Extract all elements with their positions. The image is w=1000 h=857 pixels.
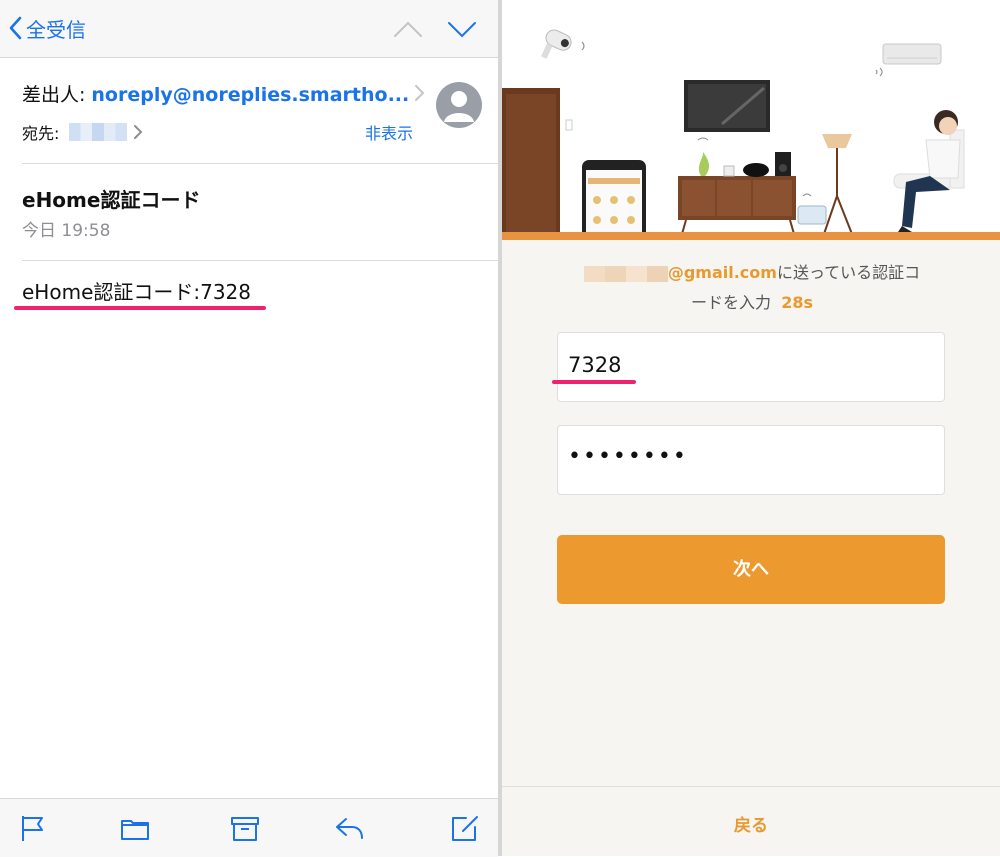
folder-icon[interactable] (120, 813, 150, 843)
divider (22, 163, 498, 164)
back-link[interactable]: 戻る (502, 811, 1000, 836)
hide-details-button[interactable]: 非表示 (365, 120, 413, 144)
archive-icon[interactable] (230, 813, 260, 843)
app-footer: 戻る (502, 786, 1000, 857)
divider (22, 260, 498, 261)
highlight-underline (14, 306, 266, 310)
verification-code-input[interactable]: 7328 (557, 332, 945, 402)
code-value: 7328 (568, 353, 622, 377)
hint-email-domain: @gmail.com (667, 263, 777, 282)
chevron-right-icon (415, 85, 425, 101)
hint-text-1: に送っている認証コ (776, 263, 921, 282)
person-icon (444, 91, 474, 122)
chevron-right-icon (134, 125, 143, 139)
message-header: 差出人: noreply@noreplies.smartho... 宛先: 非表示 (0, 58, 498, 164)
sender-row[interactable]: 差出人: noreply@noreplies.smartho... (22, 80, 409, 107)
recipient-label: 宛先: (22, 124, 60, 143)
back-label: 全受信 (26, 17, 86, 42)
sender-label: 差出人: (22, 84, 86, 106)
mail-nav-bar: 全受信 (0, 0, 498, 58)
next-message-button[interactable] (444, 14, 480, 44)
message-date: 今日 19:58 (22, 221, 111, 241)
reply-icon[interactable] (334, 813, 364, 843)
recipient-blurred (69, 123, 128, 141)
chevron-left-icon (9, 16, 22, 40)
avatar[interactable] (436, 82, 482, 128)
password-value: •••••••• (568, 444, 688, 469)
sender-address[interactable]: noreply@noreplies.smartho... (91, 84, 409, 106)
highlight-underline (552, 380, 636, 384)
previous-message-button[interactable] (390, 14, 426, 44)
back-to-inbox-button[interactable]: 全受信 (8, 12, 86, 44)
app-pane: @gmail.comに送っている認証コ ードを入力 28s 7328 •••••… (502, 0, 1000, 856)
message-body: eHome認証コード:7328 (22, 280, 252, 304)
flag-icon[interactable] (18, 813, 48, 843)
message-subject: eHome認証コード (22, 188, 201, 212)
next-button[interactable]: 次へ (557, 535, 945, 604)
password-input[interactable]: •••••••• (557, 425, 945, 495)
mail-toolbar (0, 798, 498, 857)
smart-home-illustration (502, 29, 965, 240)
verification-hint: @gmail.comに送っている認証コ ードを入力 28s (532, 258, 972, 318)
recipient-row[interactable]: 宛先: (22, 120, 143, 144)
chevron-down-icon (448, 22, 476, 38)
chevron-up-icon (394, 21, 422, 37)
email-blurred (583, 265, 668, 282)
mail-pane: 全受信 差出人: noreply@noreplies.smartho... 宛先… (0, 0, 498, 857)
hint-text-2: ードを入力 (691, 293, 772, 312)
hero-illustration (502, 0, 1000, 240)
compose-icon[interactable] (450, 813, 480, 843)
floor-strip (502, 232, 1000, 240)
countdown-timer: 28s (781, 293, 813, 312)
